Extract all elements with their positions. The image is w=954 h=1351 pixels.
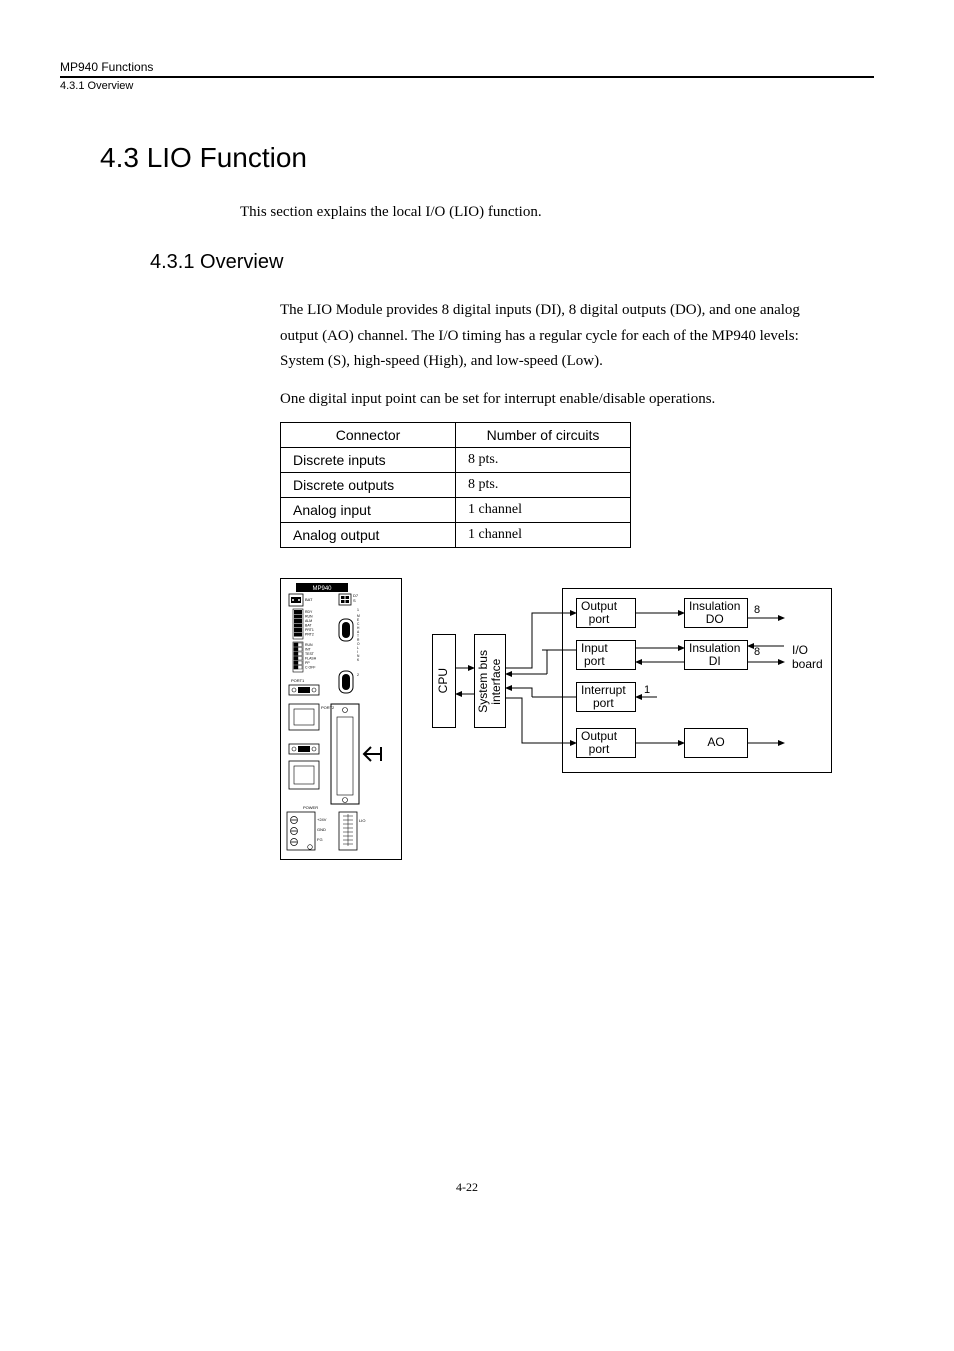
running-header-sub: 4.3.1 Overview: [60, 76, 874, 92]
table-row: Analog output 1 channel: [281, 523, 631, 548]
sw-label: PP: [305, 661, 310, 665]
table-header-row: Connector Number of circuits: [281, 423, 631, 448]
led-label: PRT1: [305, 628, 314, 632]
diagram-arrows: [432, 588, 832, 778]
cell-connector: Analog output: [281, 523, 456, 548]
cell-connector: Discrete outputs: [281, 473, 456, 498]
svg-text:K: K: [357, 658, 360, 662]
lio-label: LIO: [359, 818, 365, 823]
cell-circuits: 8 pts.: [456, 473, 631, 498]
svg-text:2: 2: [357, 673, 359, 677]
pow-pin: FG: [317, 837, 323, 842]
svg-text:S: S: [353, 598, 356, 603]
page-number: 4-22: [60, 1180, 874, 1195]
port2-label: PORT2: [321, 705, 335, 710]
section-intro: This section explains the local I/O (LIO…: [240, 204, 874, 221]
mp940-module-figure: MP940 BAT D7 S RDY RUN ALM BAT PRT1 PRT2: [280, 578, 402, 860]
section-heading: 4.3 LIO Function: [100, 142, 874, 174]
sw-label: C OFF: [305, 666, 316, 670]
cell-circuits: 1 channel: [456, 498, 631, 523]
power-label: POWER: [303, 805, 318, 810]
led-label: ALM: [305, 619, 312, 623]
svg-text:1: 1: [357, 608, 359, 612]
led-label: RDY: [305, 610, 313, 614]
pow-pin: +24V: [317, 817, 327, 822]
arrow-left-icon: [364, 747, 381, 761]
cell-connector: Discrete inputs: [281, 448, 456, 473]
cell-circuits: 1 channel: [456, 523, 631, 548]
spec-table: Connector Number of circuits Discrete in…: [280, 422, 631, 548]
running-header-title: MP940 Functions: [60, 60, 874, 74]
pow-pin: GND: [317, 827, 326, 832]
sw-label: FLASH: [305, 657, 317, 661]
led-label: RUN: [305, 615, 313, 619]
subsection-heading: 4.3.1 Overview: [150, 251, 874, 274]
bat-label: BAT: [305, 597, 313, 602]
led-label: BAT: [305, 624, 312, 628]
led-label: PRT2: [305, 633, 314, 637]
module-title: MP940: [312, 586, 332, 592]
body-paragraph: One digital input point can be set for i…: [280, 387, 814, 413]
sw-label: TEST: [305, 652, 315, 656]
table-row: Discrete outputs 8 pts.: [281, 473, 631, 498]
block-diagram: CPU System bus interface Output port Inp…: [432, 588, 832, 778]
cell-circuits: 8 pts.: [456, 448, 631, 473]
col-circuits: Number of circuits: [456, 423, 631, 448]
table-row: Analog input 1 channel: [281, 498, 631, 523]
cell-connector: Analog input: [281, 498, 456, 523]
col-connector: Connector: [281, 423, 456, 448]
sw-label: RUN: [305, 643, 313, 647]
body-paragraph: The LIO Module provides 8 digital inputs…: [280, 298, 814, 375]
table-row: Discrete inputs 8 pts.: [281, 448, 631, 473]
port1-label: PORT1: [291, 678, 305, 683]
sw-label: INT: [305, 648, 312, 652]
